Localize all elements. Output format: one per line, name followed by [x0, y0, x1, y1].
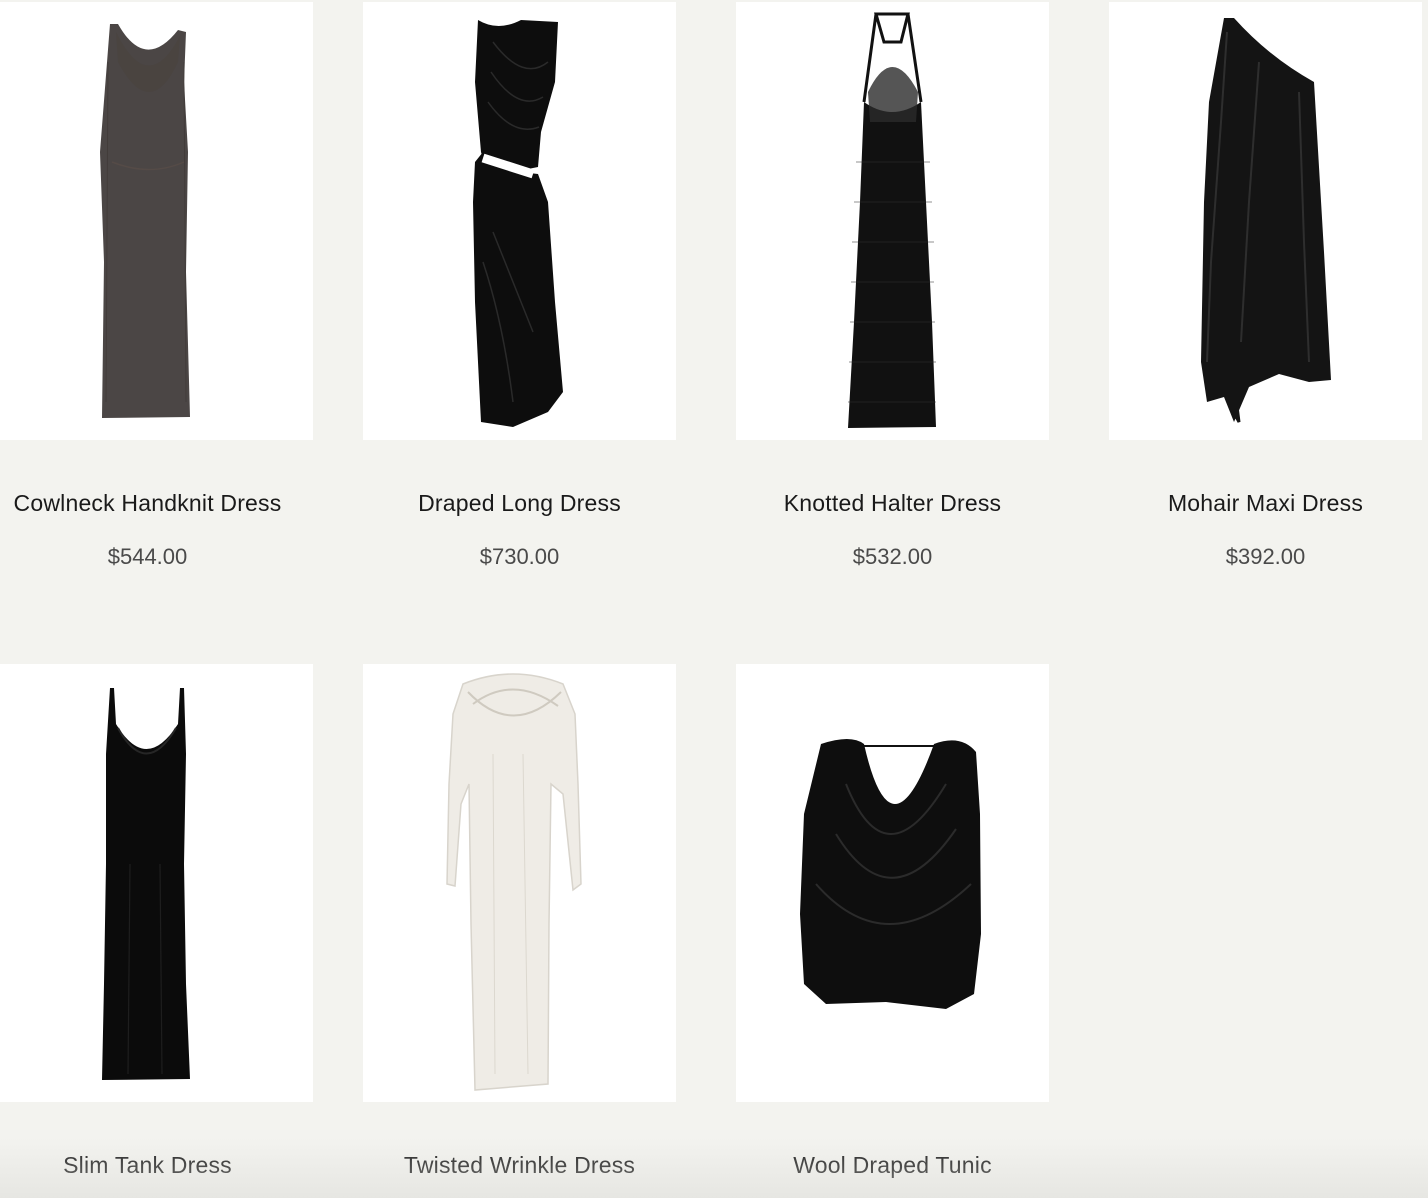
product-price: $392.00: [1225, 544, 1306, 569]
product-image[interactable]: [736, 2, 1049, 440]
white-long-sleeve-dress-image: [446, 673, 582, 1091]
one-shoulder-dress-image: [1201, 18, 1331, 423]
product-title[interactable]: Wool Draped Tunic: [736, 1152, 1049, 1179]
draped-tunic-image: [800, 739, 981, 1009]
product-grid: Cowlneck Handknit Dress $544.00 Draped L…: [0, 0, 1428, 1198]
product-card[interactable]: Knotted Halter Dress $532.00: [736, 2, 1049, 569]
product-title[interactable]: Cowlneck Handknit Dress: [0, 490, 295, 517]
product-card[interactable]: Slim Tank Dress: [0, 664, 313, 1178]
product-title[interactable]: Knotted Halter Dress: [736, 490, 1049, 517]
product-image[interactable]: [363, 2, 676, 440]
mesh-halter-dress-image: [848, 12, 936, 428]
product-card[interactable]: Mohair Maxi Dress $392.00: [1109, 2, 1422, 569]
draped-cutout-dress-image: [473, 20, 563, 427]
product-image[interactable]: [363, 664, 676, 1102]
product-image[interactable]: [0, 2, 313, 440]
slim-tank-dress-image: [102, 688, 190, 1080]
product-title[interactable]: Twisted Wrinkle Dress: [363, 1152, 676, 1179]
product-title[interactable]: Slim Tank Dress: [0, 1152, 295, 1179]
product-price: $730.00: [479, 544, 560, 569]
product-card[interactable]: Twisted Wrinkle Dress: [363, 664, 676, 1178]
product-price: $532.00: [852, 544, 933, 569]
product-card[interactable]: Cowlneck Handknit Dress $544.00: [0, 2, 313, 569]
product-card[interactable]: Wool Draped Tunic: [736, 664, 1049, 1178]
product-image[interactable]: [1109, 2, 1422, 440]
sheer-cowlneck-dress-image: [100, 24, 190, 418]
product-title[interactable]: Mohair Maxi Dress: [1109, 490, 1422, 517]
product-price: $544.00: [107, 544, 188, 569]
product-image[interactable]: [736, 664, 1049, 1102]
product-card[interactable]: Draped Long Dress $730.00: [363, 2, 676, 569]
product-title[interactable]: Draped Long Dress: [363, 490, 676, 517]
product-image[interactable]: [0, 664, 313, 1102]
